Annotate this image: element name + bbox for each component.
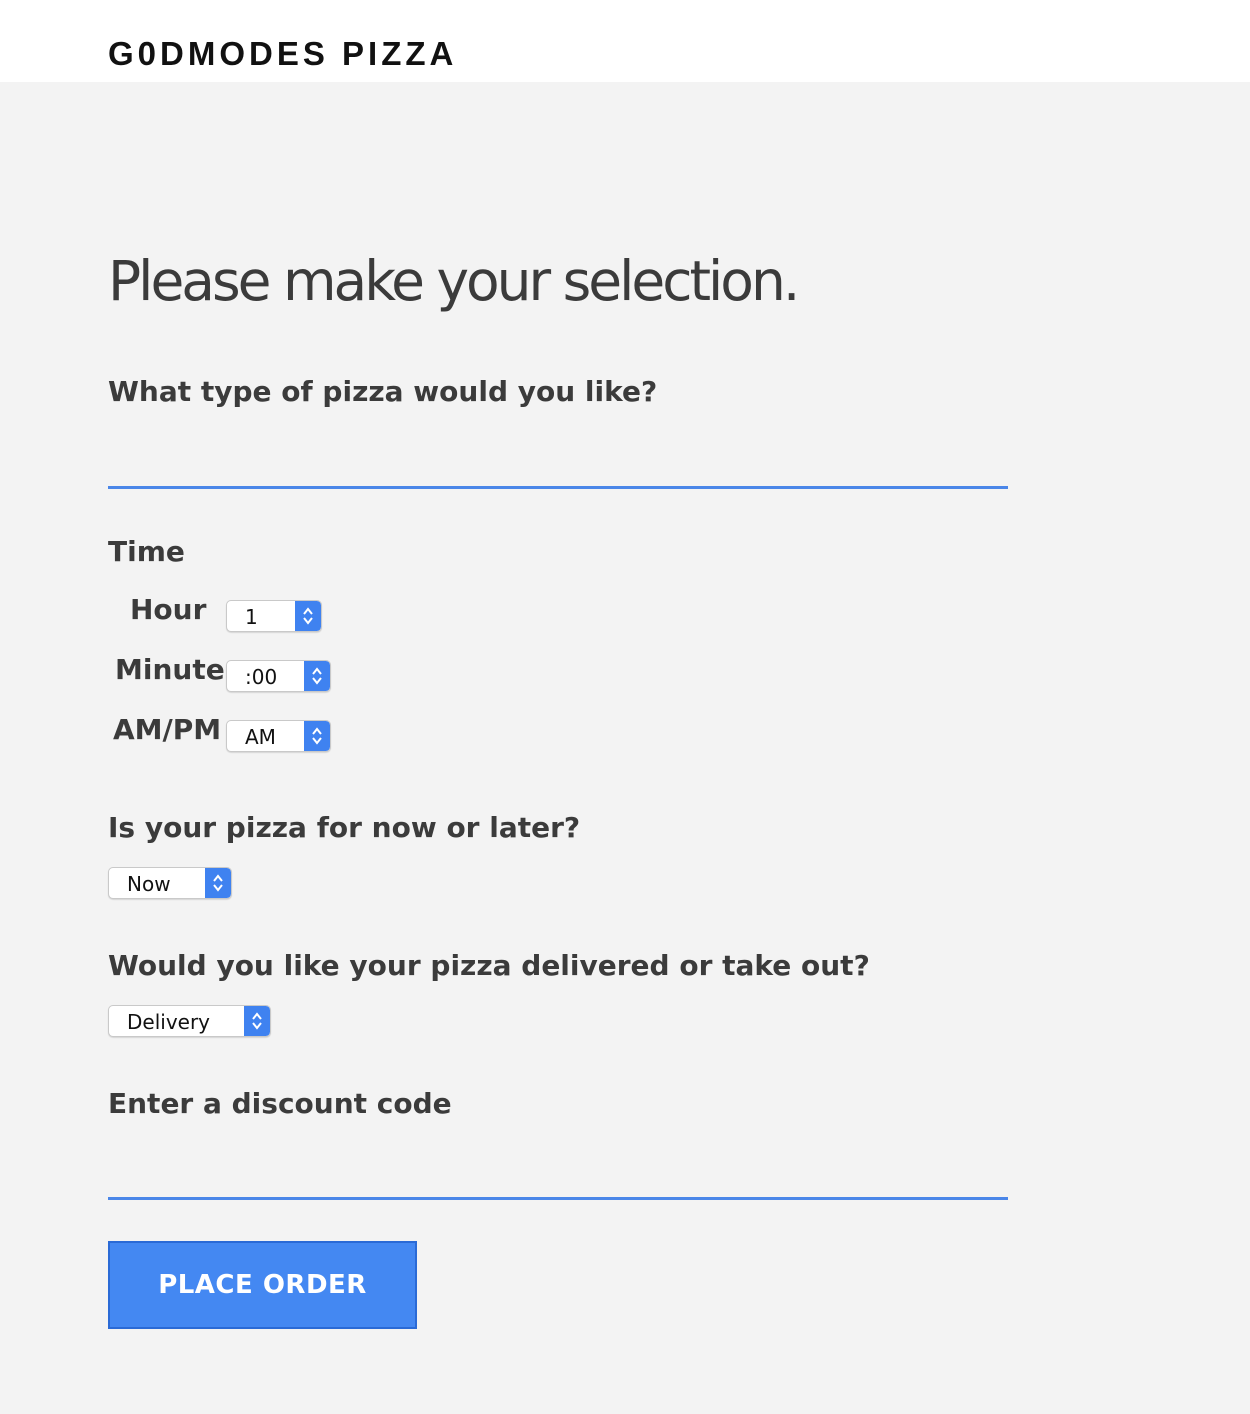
pizza-type-input[interactable] [108,439,1008,489]
now-or-later-label: Is your pizza for now or later? [108,811,581,844]
time-label: Time [108,535,185,568]
discount-code-input[interactable] [108,1150,1008,1200]
pizza-type-label: What type of pizza would you like? [108,375,658,408]
now-or-later-select-value: Now [127,872,171,896]
chevron-up-down-icon [304,661,330,691]
minute-select[interactable]: :00 [226,660,331,692]
ampm-select[interactable]: AM [226,720,331,752]
delivery-select-value: Delivery [127,1010,211,1034]
ampm-label: AM/PM [113,713,222,746]
hour-select-value: 1 [245,605,258,629]
page-title: Please make your selection. [108,249,800,313]
hour-label: Hour [130,593,207,626]
top-bar: G0DMODES PIZZA [0,0,1250,82]
discount-label: Enter a discount code [108,1087,452,1120]
now-or-later-select[interactable]: Now [108,867,232,899]
brand-logo-text: G0DMODES PIZZA [108,35,458,72]
ampm-select-value: AM [245,725,276,749]
minute-label: Minute [115,653,225,686]
hour-select[interactable]: 1 [226,600,322,632]
chevron-up-down-icon [244,1006,270,1036]
delivery-label: Would you like your pizza delivered or t… [108,949,870,982]
chevron-up-down-icon [205,868,231,898]
chevron-up-down-icon [304,721,330,751]
minute-select-value: :00 [245,665,278,689]
place-order-button[interactable]: PLACE ORDER [108,1241,417,1329]
chevron-up-down-icon [295,601,321,631]
delivery-select[interactable]: Delivery [108,1005,271,1037]
